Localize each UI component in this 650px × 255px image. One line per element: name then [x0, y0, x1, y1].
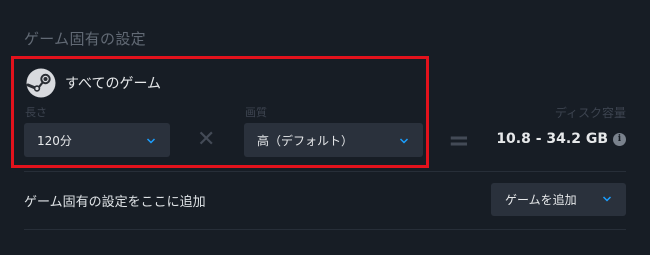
- disk-space-text: 10.8 - 34.2 GB: [496, 131, 608, 147]
- equals-icon: =: [448, 126, 470, 156]
- divider: [24, 171, 626, 172]
- length-dropdown[interactable]: 120分: [24, 123, 170, 157]
- chevron-down-icon: [602, 193, 612, 207]
- steam-icon: [26, 68, 56, 98]
- length-label: 長さ: [25, 106, 47, 119]
- quality-dropdown[interactable]: 高（デフォルト）: [244, 123, 423, 157]
- multiply-icon: ✕: [197, 127, 216, 152]
- game-name: すべてのゲーム: [65, 76, 162, 92]
- section-title: ゲーム固有の設定: [24, 30, 146, 48]
- chevron-down-icon: [146, 135, 156, 145]
- disk-space-value: 10.8 - 34.2 GB i: [496, 131, 626, 147]
- quality-label: 画質: [245, 106, 267, 119]
- game-settings-panel: ゲーム固有の設定 すべてのゲーム 長さ 120分 ✕ 画質 高（デフォルト） =…: [0, 0, 650, 255]
- add-setting-label: ゲーム固有の設定をここに追加: [24, 195, 206, 210]
- add-game-button-label: ゲームを追加: [505, 193, 577, 207]
- chevron-down-icon: [399, 135, 409, 145]
- divider: [24, 229, 626, 230]
- disk-space-label: ディスク容量: [554, 106, 626, 120]
- info-icon[interactable]: i: [613, 132, 626, 146]
- quality-value: 高（デフォルト）: [257, 133, 354, 148]
- add-game-button[interactable]: ゲームを追加: [491, 183, 626, 216]
- game-header: すべてのゲーム: [26, 68, 161, 98]
- length-value: 120分: [37, 133, 72, 148]
